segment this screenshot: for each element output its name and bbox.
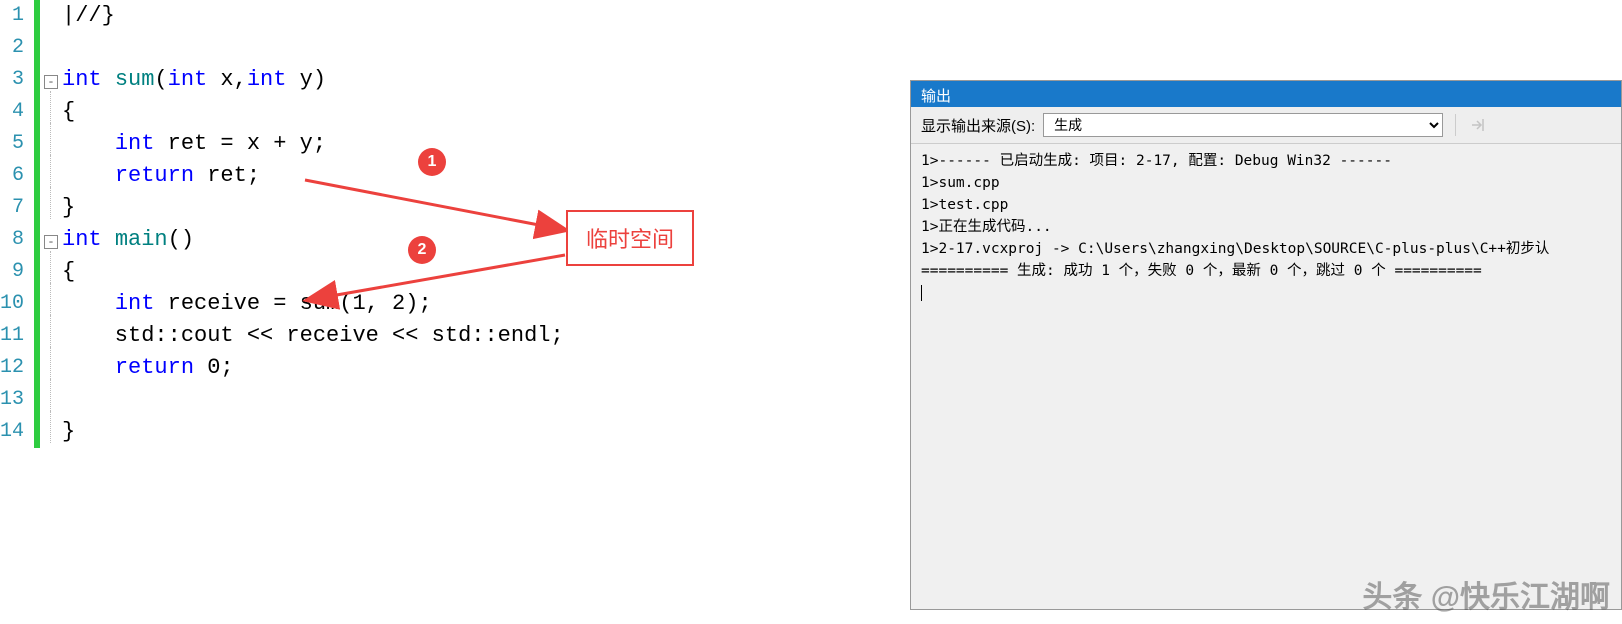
fold-guide	[50, 155, 51, 187]
code-text[interactable]: {	[62, 256, 75, 288]
code-text[interactable]: return ret;	[62, 160, 260, 192]
code-line[interactable]: 3 -int sum(int x,int y)	[0, 64, 910, 96]
annotation-badge-2: 2	[408, 236, 436, 264]
output-title: 输出	[911, 81, 1621, 107]
change-gutter	[34, 32, 40, 64]
fold-toggle-icon[interactable]: -	[44, 235, 58, 249]
goto-icon[interactable]	[1468, 115, 1488, 135]
annotation-label: 临时空间	[566, 210, 694, 266]
code-line[interactable]: 4{	[0, 96, 910, 128]
line-number: 2	[0, 32, 28, 64]
output-log[interactable]: 1>------ 已启动生成: 项目: 2-17, 配置: Debug Win3…	[911, 144, 1621, 310]
code-line[interactable]: 13	[0, 384, 910, 416]
fold-guide	[50, 251, 51, 283]
annotation-badge-1: 1	[418, 148, 446, 176]
fold-guide	[50, 347, 51, 379]
fold-guide	[50, 411, 51, 443]
line-number: 3	[0, 64, 28, 96]
line-number: 11	[0, 320, 28, 352]
code-text[interactable]: |//}	[62, 0, 115, 32]
code-text[interactable]: int sum(int x,int y)	[62, 64, 326, 96]
text-cursor	[921, 285, 922, 301]
line-number: 13	[0, 384, 28, 416]
line-number: 1	[0, 0, 28, 32]
output-source-label: 显示输出来源(S):	[921, 115, 1035, 136]
code-text[interactable]: {	[62, 96, 75, 128]
watermark: 头条 @快乐江湖啊	[1362, 572, 1610, 616]
code-line[interactable]: 11 std::cout << receive << std::endl;	[0, 320, 910, 352]
arrow-1	[300, 170, 572, 240]
code-line[interactable]: 14}	[0, 416, 910, 448]
fold-guide	[50, 283, 51, 315]
output-toolbar: 显示输出来源(S): 生成	[911, 107, 1621, 144]
line-number: 12	[0, 352, 28, 384]
code-line[interactable]: 2	[0, 32, 910, 64]
fold-guide	[50, 379, 51, 411]
code-line[interactable]: 1 |//}	[0, 0, 910, 32]
line-number: 9	[0, 256, 28, 288]
line-number: 6	[0, 160, 28, 192]
toolbar-separator	[1455, 114, 1456, 136]
output-panel: 输出 显示输出来源(S): 生成 1>------ 已启动生成: 项目: 2-1…	[910, 80, 1622, 610]
code-editor[interactable]: 1|//}23-int sum(int x,int y)4{5 int ret …	[0, 0, 910, 624]
line-number: 8	[0, 224, 28, 256]
line-number: 4	[0, 96, 28, 128]
code-line[interactable]: 12 return 0;	[0, 352, 910, 384]
code-text[interactable]: int ret = x + y;	[62, 128, 326, 160]
code-text[interactable]: int main()	[62, 224, 194, 256]
fold-guide	[50, 91, 51, 123]
line-number: 5	[0, 128, 28, 160]
fold-toggle-icon[interactable]: -	[44, 75, 58, 89]
output-source-select[interactable]: 生成	[1043, 113, 1443, 137]
line-number: 7	[0, 192, 28, 224]
code-text[interactable]: }	[62, 416, 75, 448]
code-text[interactable]: std::cout << receive << std::endl;	[62, 320, 564, 352]
fold-guide	[50, 123, 51, 155]
line-number: 14	[0, 416, 28, 448]
change-gutter	[34, 0, 40, 32]
arrow-2	[300, 250, 572, 310]
fold-guide	[50, 187, 51, 219]
line-number: 10	[0, 288, 28, 320]
fold-guide	[50, 315, 51, 347]
code-text[interactable]: return 0;	[62, 352, 234, 384]
code-text[interactable]: }	[62, 192, 75, 224]
fold-gutter[interactable]	[40, 411, 62, 454]
code-line[interactable]: 5 int ret = x + y;	[0, 128, 910, 160]
